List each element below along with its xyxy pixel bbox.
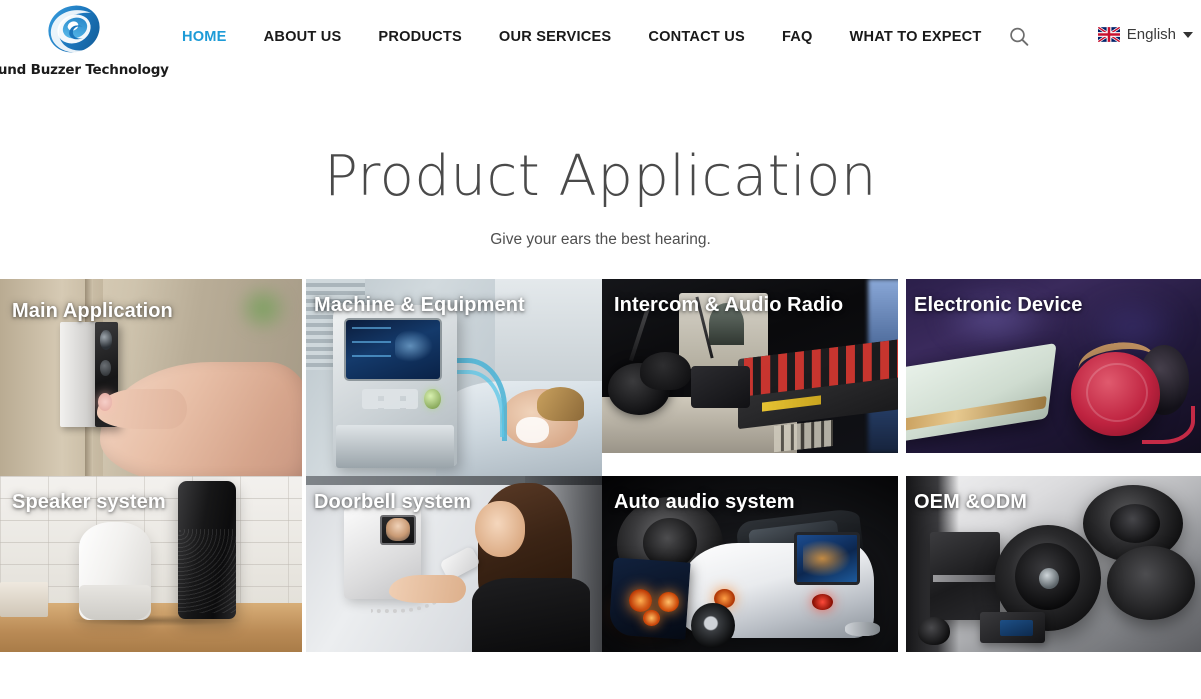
nav-item-faq[interactable]: FAQ (782, 29, 813, 45)
site-header: Sound Buzzer Technology HOME ABOUT US PR… (0, 0, 1201, 86)
nav-item-our-services[interactable]: OUR SERVICES (499, 29, 611, 45)
gallery-tile-label: Main Application (12, 300, 173, 322)
logo-text: Sound Buzzer Technology (0, 62, 169, 78)
nav-item-contact-us[interactable]: CONTACT US (648, 29, 745, 45)
page-subtitle: Give your ears the best hearing. (490, 230, 711, 248)
language-selector[interactable]: English (1097, 26, 1193, 43)
gallery-tile-intercom-audio-radio[interactable]: Intercom & Audio Radio (602, 279, 902, 476)
hero-section: Product Application Give your ears the b… (0, 144, 1201, 249)
gallery-tile-auto-audio-system[interactable]: Auto audio system (602, 476, 902, 675)
nav-item-what-to-expect[interactable]: WHAT TO EXPECT (850, 29, 982, 45)
page-title: Product Application (324, 144, 877, 209)
gallery-tile-speaker-system[interactable]: Speaker system (0, 476, 302, 675)
gallery-tile-doorbell-system[interactable]: Doorbell system (302, 476, 602, 675)
gallery-tile-machine-equipment[interactable]: Machine & Equipment (302, 279, 602, 476)
gallery-tile-label: Intercom & Audio Radio (614, 294, 844, 316)
gallery-tile-label: OEM &ODM (914, 491, 1028, 513)
gallery-tile-label: Machine & Equipment (314, 294, 525, 316)
search-icon[interactable] (1008, 26, 1030, 48)
nav-item-about-us[interactable]: ABOUT US (264, 29, 342, 45)
language-label: English (1126, 26, 1176, 43)
sound-wave-swirl-logo-icon (39, 2, 109, 60)
uk-flag-icon (1097, 27, 1120, 42)
gallery-tile-label: Electronic Device (914, 294, 1083, 316)
gallery-tile-label: Speaker system (12, 491, 166, 513)
gallery-tile-label: Doorbell system (314, 491, 472, 513)
site-logo[interactable]: Sound Buzzer Technology (0, 0, 169, 80)
gallery-tile-label: Auto audio system (614, 491, 795, 513)
main-navigation: HOME ABOUT US PRODUCTS OUR SERVICES CONT… (182, 26, 1030, 48)
gallery-tile-oem-odm[interactable]: OEM &ODM (902, 476, 1201, 675)
nav-item-products[interactable]: PRODUCTS (378, 29, 462, 45)
gallery-tile-main-application[interactable]: Main Application (0, 279, 302, 476)
nav-item-home[interactable]: HOME (182, 29, 227, 45)
gallery-tile-electronic-device[interactable]: Electronic Device (902, 279, 1201, 476)
chevron-down-icon[interactable] (1183, 31, 1193, 38)
product-application-gallery: Main Application Machine & Equipment Int… (0, 279, 1201, 675)
